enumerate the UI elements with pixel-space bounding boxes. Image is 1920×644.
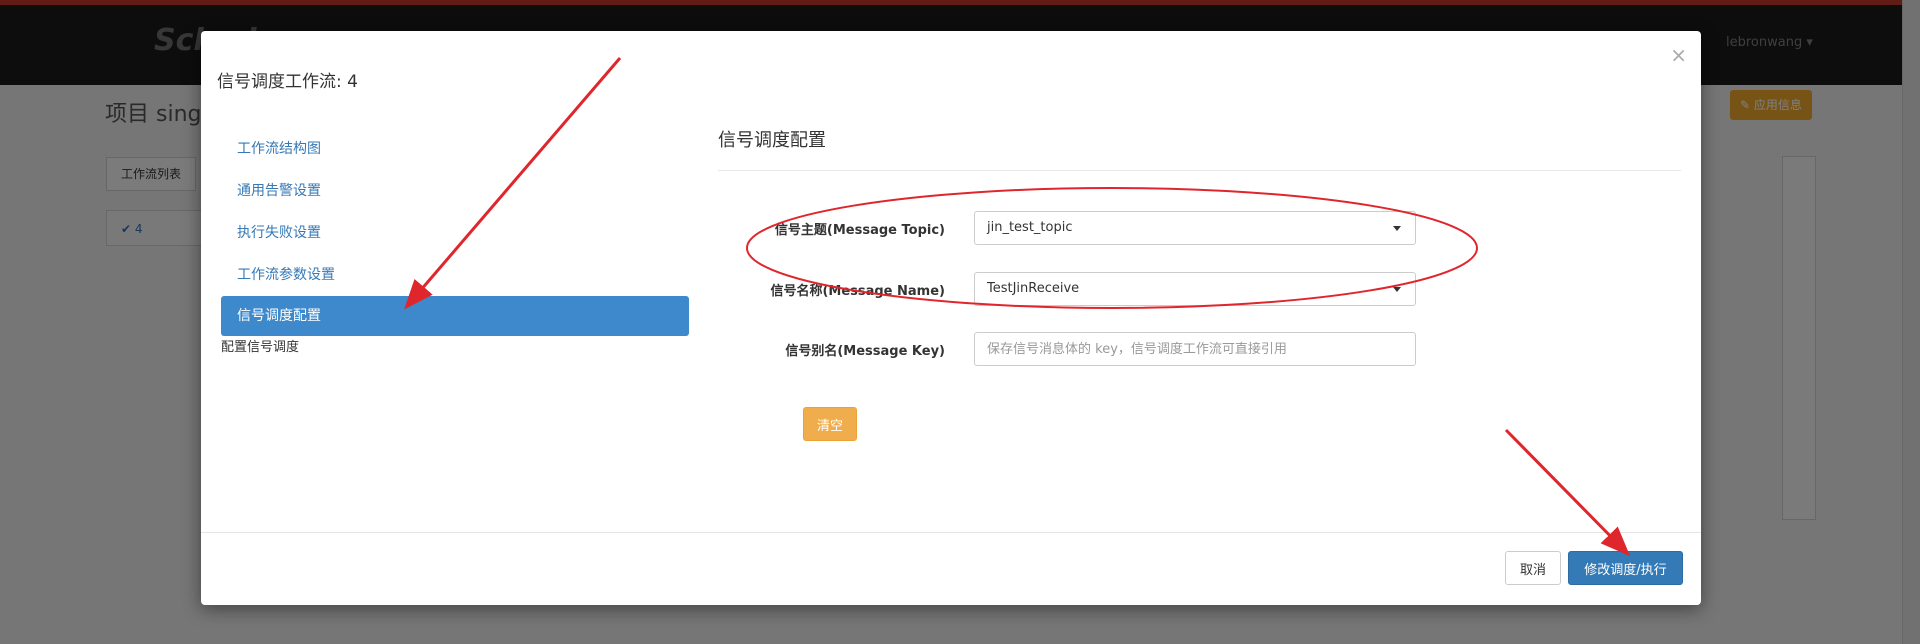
- topic-label: 信号主题(Message Topic): [774, 223, 945, 238]
- name-label: 信号名称(Message Name): [770, 284, 945, 299]
- section-title: 信号调度配置: [718, 130, 826, 151]
- caret-down-icon: [1393, 226, 1401, 231]
- clear-button[interactable]: 清空: [803, 407, 857, 441]
- modal-side-nav: 工作流结构图 通用告警设置 执行失败设置 工作流参数设置 信号调度配置: [221, 128, 689, 336]
- signal-schedule-modal: 信号调度工作流: 4 × 工作流结构图 通用告警设置 执行失败设置 工作流参数设…: [201, 31, 1701, 605]
- caret-down-icon: [1393, 287, 1401, 292]
- name-select[interactable]: TestJinReceive: [974, 272, 1416, 306]
- topic-select[interactable]: jin_test_topic: [974, 211, 1416, 245]
- submit-schedule-button[interactable]: 修改调度/执行: [1568, 551, 1683, 585]
- cancel-button[interactable]: 取消: [1505, 551, 1561, 585]
- footer-divider: [201, 532, 1701, 533]
- nav-item-failure-settings[interactable]: 执行失败设置: [221, 212, 689, 254]
- nav-item-param-settings[interactable]: 工作流参数设置: [221, 254, 689, 296]
- nav-description: 配置信号调度: [221, 340, 300, 355]
- modal-title: 信号调度工作流: 4: [217, 72, 358, 92]
- section-divider: [718, 170, 1681, 171]
- nav-item-alert-settings[interactable]: 通用告警设置: [221, 170, 689, 212]
- key-label: 信号别名(Message Key): [785, 344, 945, 359]
- key-input[interactable]: [974, 332, 1416, 366]
- close-icon[interactable]: ×: [1670, 45, 1687, 65]
- nav-item-signal-schedule[interactable]: 信号调度配置: [221, 296, 689, 336]
- nav-item-workflow-structure[interactable]: 工作流结构图: [221, 128, 689, 170]
- name-value: TestJinReceive: [987, 281, 1080, 296]
- topic-value: jin_test_topic: [987, 220, 1073, 235]
